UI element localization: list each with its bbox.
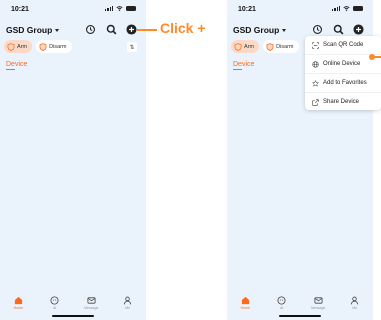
caret-down-icon bbox=[55, 28, 60, 32]
mode-chips: Arm Disarm bbox=[231, 40, 299, 53]
mode-chips: Arm Disarm bbox=[4, 40, 72, 53]
disarm-button[interactable]: Disarm bbox=[263, 40, 299, 53]
home-icon bbox=[241, 296, 249, 305]
home-icon bbox=[14, 296, 22, 305]
search-icon[interactable] bbox=[333, 24, 344, 35]
history-icon[interactable] bbox=[312, 24, 323, 35]
ai-icon bbox=[50, 296, 59, 305]
status-icons bbox=[332, 6, 363, 11]
tab-ai-label: AI bbox=[53, 306, 57, 310]
caret-down-icon bbox=[282, 28, 287, 32]
disarm-label: Disarm bbox=[49, 43, 67, 50]
tab-me[interactable]: Me bbox=[113, 296, 143, 310]
tab-ai[interactable]: AI bbox=[40, 296, 70, 310]
signal-icon bbox=[332, 6, 340, 11]
tab-home-label: Home bbox=[13, 306, 23, 310]
tab-message[interactable]: Message bbox=[76, 296, 106, 310]
arm-label: Arm bbox=[244, 43, 255, 50]
search-icon[interactable] bbox=[106, 24, 117, 35]
arm-label: Arm bbox=[17, 43, 28, 50]
status-icons bbox=[105, 6, 136, 11]
message-icon bbox=[314, 297, 323, 304]
menu-item-label: Online Device bbox=[323, 61, 361, 67]
tab-home[interactable]: Home bbox=[3, 296, 33, 310]
globe-icon bbox=[312, 60, 319, 68]
shield-icon bbox=[234, 42, 242, 51]
scan-icon bbox=[312, 41, 319, 49]
tab-me-label: Me bbox=[352, 306, 358, 310]
signal-icon bbox=[105, 6, 113, 11]
menu-item-scan-qr[interactable]: Scan QR Code bbox=[305, 36, 381, 55]
home-indicator bbox=[52, 315, 94, 317]
tab-ai[interactable]: AI bbox=[267, 296, 297, 310]
menu-item-label: Share Device bbox=[323, 99, 360, 105]
status-time: 10:21 bbox=[238, 6, 256, 13]
battery-icon bbox=[353, 6, 363, 11]
tab-message-label: Message bbox=[84, 306, 99, 310]
me-icon bbox=[351, 296, 359, 305]
menu-item-add-favorites[interactable]: Add to Favorites bbox=[305, 74, 381, 93]
tab-me-label: Me bbox=[125, 306, 131, 310]
tab-home[interactable]: Home bbox=[230, 296, 260, 310]
callout-line bbox=[137, 29, 157, 31]
shield-icon bbox=[7, 42, 15, 51]
tab-bar: Home AI Message Me bbox=[0, 296, 146, 310]
me-icon bbox=[124, 296, 132, 305]
page-title: GSD Group bbox=[6, 25, 53, 35]
plus-circle-icon[interactable] bbox=[353, 24, 364, 35]
home-indicator bbox=[279, 315, 321, 317]
menu-item-share-device[interactable]: Share Device bbox=[305, 93, 381, 111]
tab-message[interactable]: Message bbox=[303, 296, 333, 310]
history-icon[interactable] bbox=[85, 24, 96, 35]
tab-me[interactable]: Me bbox=[340, 296, 370, 310]
shield-off-icon bbox=[266, 42, 274, 51]
wifi-icon bbox=[343, 6, 350, 11]
shield-off-icon bbox=[39, 42, 47, 51]
add-menu: Scan QR Code Online Device Add to Favori… bbox=[305, 36, 381, 110]
share-icon bbox=[312, 98, 319, 106]
phone-screen-left: 10:21 GSD Group Arm Disarm ⇅ Device Home… bbox=[0, 0, 146, 320]
sort-button[interactable]: ⇅ bbox=[127, 42, 137, 52]
battery-icon bbox=[126, 6, 136, 11]
plus-circle-icon[interactable] bbox=[126, 24, 137, 35]
section-device[interactable]: Device bbox=[233, 61, 254, 70]
group-selector[interactable]: GSD Group bbox=[233, 25, 287, 35]
menu-item-label: Add to Favorites bbox=[323, 80, 367, 86]
star-icon bbox=[312, 79, 319, 87]
message-icon bbox=[87, 297, 96, 304]
disarm-label: Disarm bbox=[276, 43, 294, 50]
callout-dot bbox=[369, 54, 375, 60]
ai-icon bbox=[277, 296, 286, 305]
tab-home-label: Home bbox=[240, 306, 250, 310]
menu-item-label: Scan QR Code bbox=[323, 42, 364, 48]
status-time: 10:21 bbox=[11, 6, 29, 13]
sort-icon: ⇅ bbox=[129, 44, 135, 51]
tab-ai-label: AI bbox=[280, 306, 284, 310]
tab-message-label: Message bbox=[311, 306, 326, 310]
section-device[interactable]: Device bbox=[6, 61, 27, 70]
callout-text: Click + bbox=[160, 20, 206, 36]
group-selector[interactable]: GSD Group bbox=[6, 25, 60, 35]
arm-button[interactable]: Arm bbox=[4, 40, 33, 53]
disarm-button[interactable]: Disarm bbox=[36, 40, 72, 53]
wifi-icon bbox=[116, 6, 123, 11]
tab-bar: Home AI Message Me bbox=[227, 296, 373, 310]
arm-button[interactable]: Arm bbox=[231, 40, 260, 53]
page-title: GSD Group bbox=[233, 25, 280, 35]
